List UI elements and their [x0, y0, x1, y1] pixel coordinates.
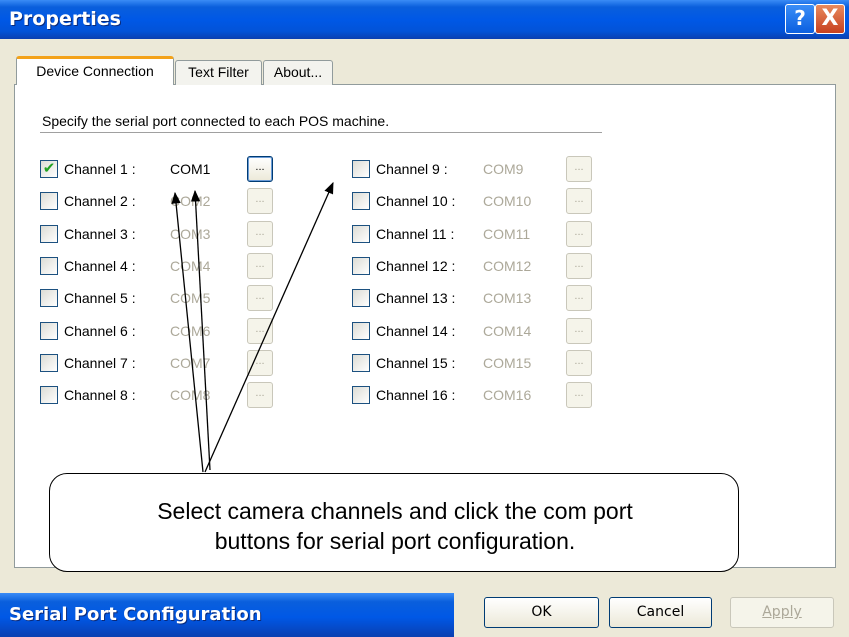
channel-9-label: Channel 9 : [376, 161, 448, 177]
channel-5-label: Channel 5 : [64, 290, 136, 307]
help-button[interactable]: ? [785, 4, 815, 34]
channel-15-port-button[interactable]: ... [566, 349, 592, 376]
channel-14-checkbox[interactable] [352, 321, 370, 340]
channel-2-port: COM2 [170, 193, 211, 210]
channel-16-port-button[interactable]: ... [566, 382, 592, 409]
channel-3-checkbox[interactable] [40, 224, 58, 243]
channel-8-label: Channel 8 : [64, 387, 136, 404]
window-title: Properties [9, 8, 121, 30]
channel-1-port-button[interactable]: ... [247, 156, 273, 182]
tab-device-connection[interactable]: Device Connection [16, 56, 174, 85]
channel-11-checkbox[interactable] [352, 224, 370, 243]
channel-11-port: COM11 [483, 225, 531, 242]
channel-10-checkbox[interactable] [352, 192, 370, 211]
apply-button[interactable]: Apply [730, 597, 834, 628]
channel-14-port: COM14 [483, 322, 532, 339]
channel-1-port: COM1 [170, 161, 211, 177]
channel-15-checkbox[interactable] [352, 353, 370, 372]
channel-6-port-button[interactable]: ... [247, 317, 273, 344]
channel-13-port: COM13 [483, 290, 532, 307]
channel-2-label: Channel 2 : [64, 193, 136, 210]
channel-4-checkbox[interactable] [40, 256, 58, 275]
callout-text: Select camera channels and click the com… [50, 496, 740, 556]
channel-12-port: COM12 [483, 257, 532, 274]
channel-4-port: COM4 [170, 257, 211, 274]
channel-12-checkbox[interactable] [352, 256, 370, 275]
channel-6-checkbox[interactable] [40, 321, 58, 340]
channel-2-checkbox[interactable] [40, 192, 58, 211]
channel-2-port-button[interactable]: ... [247, 188, 273, 215]
channel-13-checkbox[interactable] [352, 289, 370, 308]
channel-11-port-button[interactable]: ... [566, 220, 592, 247]
channel-8-port: COM8 [170, 387, 211, 404]
channel-8-checkbox[interactable] [40, 386, 58, 405]
channel-6-port: COM6 [170, 322, 211, 339]
channel-10-label: Channel 10 : [376, 193, 456, 210]
close-button[interactable]: X [815, 4, 845, 34]
channel-1-label: Channel 1 : [64, 161, 136, 177]
title-bar: Properties ? X [0, 0, 849, 39]
channel-3-port-button[interactable]: ... [247, 220, 273, 247]
ok-button[interactable]: OK [484, 597, 599, 628]
channel-3-port: COM3 [170, 225, 211, 242]
channel-4-port-button[interactable]: ... [247, 252, 273, 279]
channel-5-checkbox[interactable] [40, 289, 58, 308]
caption-bar: Serial Port Configuration [0, 593, 454, 637]
callout-box: Select camera channels and click the com… [49, 473, 739, 572]
channel-14-port-button[interactable]: ... [566, 317, 592, 344]
channel-7-label: Channel 7 : [64, 354, 136, 371]
channel-7-port: COM7 [170, 354, 211, 371]
channel-6-label: Channel 6 : [64, 322, 136, 339]
channel-1-checkbox[interactable]: ✔ [40, 160, 58, 178]
channel-12-label: Channel 12 : [376, 257, 456, 274]
channel-3-label: Channel 3 : [64, 225, 136, 242]
callout-line-1: Select camera channels and click the com… [157, 498, 633, 524]
channel-8-port-button[interactable]: ... [247, 382, 273, 409]
channel-9-checkbox[interactable] [352, 160, 370, 178]
channel-9-port: COM9 [483, 161, 524, 177]
divider [40, 132, 602, 133]
instruction-text: Specify the serial port connected to eac… [42, 113, 390, 129]
callout-line-2: buttons for serial port configuration. [214, 528, 576, 554]
channel-5-port: COM5 [170, 290, 211, 307]
channel-14-label: Channel 14 : [376, 322, 456, 339]
channel-7-checkbox[interactable] [40, 353, 58, 372]
channel-10-port: COM10 [483, 193, 532, 210]
cancel-button[interactable]: Cancel [609, 597, 712, 628]
channel-4-label: Channel 4 : [64, 257, 136, 274]
channel-15-label: Channel 15 : [376, 354, 456, 371]
channel-13-label: Channel 13 : [376, 290, 456, 307]
channel-9-port-button[interactable]: ... [566, 156, 592, 182]
channel-7-port-button[interactable]: ... [247, 349, 273, 376]
channel-15-port: COM15 [483, 354, 532, 371]
tab-text-filter[interactable]: Text Filter [175, 60, 262, 85]
channel-16-port: COM16 [483, 387, 532, 404]
channel-12-port-button[interactable]: ... [566, 252, 592, 279]
channel-11-label: Channel 11 : [376, 225, 455, 242]
channel-10-port-button[interactable]: ... [566, 188, 592, 215]
channel-16-label: Channel 16 : [376, 387, 456, 404]
channel-13-port-button[interactable]: ... [566, 285, 592, 312]
tab-about[interactable]: About... [263, 60, 333, 85]
channel-5-port-button[interactable]: ... [247, 285, 273, 312]
channel-16-checkbox[interactable] [352, 386, 370, 405]
caption-text: Serial Port Configuration [9, 604, 262, 625]
